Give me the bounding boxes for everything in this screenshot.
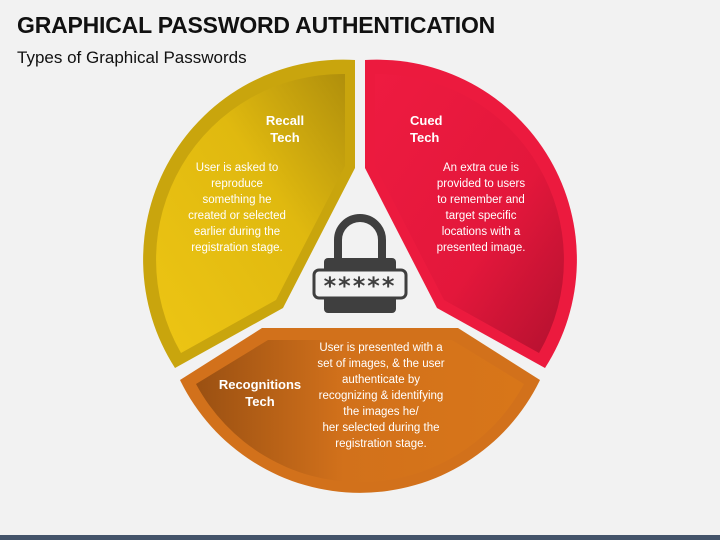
padlock-password-icon: ***** [312,214,408,313]
graphical-password-diagram: ***** [143,59,577,493]
cued-description: An extra cue is provided to users to rem… [436,162,526,254]
padlock-shackle [334,214,386,262]
recognitions-description: User is presented with a set of images, … [317,342,445,450]
cued-title: Cued Tech [410,113,443,145]
footer-bar [0,535,720,540]
recall-title: Recall Tech [265,113,305,145]
recall-description: User is asked to reproduce something he … [188,162,286,254]
recognitions-title: Recognitions Tech [218,377,302,409]
password-mask: ***** [324,272,397,300]
